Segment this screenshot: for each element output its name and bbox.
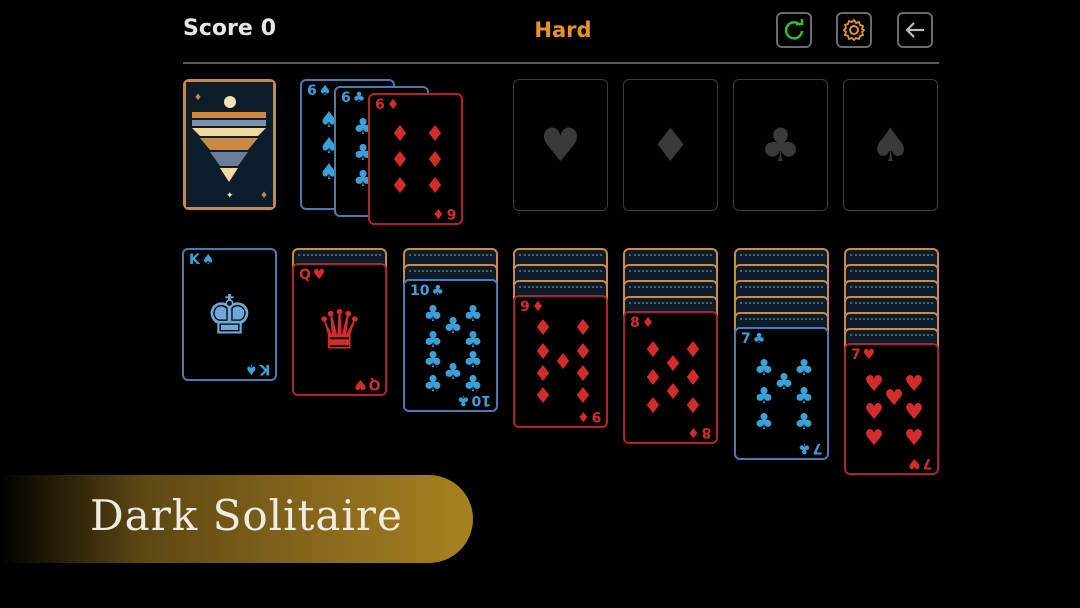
stock-pile[interactable]: ♦ ♦ ✦ <box>183 79 276 210</box>
pip: ♦ <box>683 338 703 363</box>
pip: ♦ <box>425 148 445 173</box>
score: Score 0 <box>183 16 276 41</box>
pip: ♣ <box>754 384 774 409</box>
title-banner: Dark Solitaire <box>0 475 473 563</box>
pip: ♣ <box>754 410 774 435</box>
card-corner-bottom: 8 ♦ <box>686 424 711 440</box>
pip: ♦ <box>425 122 445 147</box>
pip: ♦ <box>663 380 683 405</box>
pip: ♦ <box>643 338 663 363</box>
pip: ♥ <box>884 386 904 411</box>
pip: ♦ <box>533 362 553 387</box>
pip: ♥ <box>864 400 884 425</box>
card-corner-bottom: 7 ♣ <box>797 440 822 456</box>
waste-top-card[interactable]: 6 ♦ ♦ ♦ ♦ ♦ ♦ ♦ 6 ♦ <box>368 93 463 225</box>
back-arrow-icon <box>905 22 924 38</box>
card-corner: 7 ♣ <box>741 331 766 347</box>
pip: ♣ <box>463 302 483 327</box>
pip: ♣ <box>423 302 443 327</box>
pip: ♣ <box>794 410 814 435</box>
card-corner: 8 ♦ <box>630 315 655 331</box>
pip: ♦ <box>390 122 410 147</box>
pip: ♣ <box>443 360 463 385</box>
spade-icon: ♠ <box>869 118 912 172</box>
card-corner: 9 ♦ <box>520 299 545 315</box>
pip: ♣ <box>423 372 443 397</box>
heart-icon: ♥ <box>539 118 582 172</box>
queen-face-art: ♛ <box>315 298 364 361</box>
card-corner: K ♠ <box>189 252 215 268</box>
pip: ♣ <box>443 314 463 339</box>
pip: ♦ <box>683 366 703 391</box>
card-corner-bottom: 10 ♣ <box>456 392 491 408</box>
pip: ♦ <box>533 384 553 409</box>
pip: ♣ <box>794 356 814 381</box>
card-corner-bottom: 7 ♥ <box>907 455 932 471</box>
club-icon: ♣ <box>759 118 802 172</box>
banner-title: Dark Solitaire <box>90 491 403 540</box>
pip: ♥ <box>904 372 924 397</box>
pip: ♦ <box>425 174 445 199</box>
pip: ♥ <box>864 372 884 397</box>
card-corner-bottom: 9 ♦ <box>576 408 601 424</box>
score-label: Score <box>183 16 253 41</box>
tableau-5-top-card[interactable]: 8 ♦ ♦ ♦ ♦ ♦ ♦ ♦ ♦ ♦ 8 ♦ <box>623 311 718 444</box>
svg-text:♦: ♦ <box>260 191 268 201</box>
tableau-4-top-card[interactable]: 9 ♦ ♦ ♦ ♦ ♦ ♦ ♦ ♦ ♦ ♦ 9 ♦ <box>513 295 608 428</box>
pip: ♦ <box>643 394 663 419</box>
tableau-2-top-card[interactable]: Q ♥ ♛ Q ♥ <box>292 263 387 396</box>
card-corner-bottom: Q ♥ <box>353 376 380 392</box>
pip: ♥ <box>864 426 884 451</box>
card-corner: 6 ♠ <box>307 83 332 99</box>
tableau-3-top-card[interactable]: 10 ♣ ♣ ♣ ♣ ♣ ♣ ♣ ♣ ♣ ♣ ♣ 10 ♣ <box>403 279 498 412</box>
back-button[interactable] <box>897 12 933 48</box>
card-corner: 6 ♣ <box>341 90 366 106</box>
pip: ♦ <box>573 316 593 341</box>
score-value: 0 <box>260 16 277 41</box>
card-corner: 7 ♥ <box>851 347 876 363</box>
pip: ♣ <box>794 384 814 409</box>
pip: ♣ <box>754 356 774 381</box>
pip: ♦ <box>533 340 553 365</box>
pip: ♣ <box>463 348 483 373</box>
card-corner-bottom: 6 ♦ <box>431 205 456 221</box>
svg-text:✦: ✦ <box>226 191 234 201</box>
diamond-icon: ♦ <box>649 118 692 172</box>
foundation-clubs[interactable]: ♣ <box>733 79 828 211</box>
card-corner: 10 ♣ <box>410 283 445 299</box>
svg-text:♦: ♦ <box>194 93 202 103</box>
king-face-art: ♚ <box>205 283 254 346</box>
foundation-diamonds[interactable]: ♦ <box>623 79 718 211</box>
top-bar: Score 0 Hard <box>183 0 939 64</box>
pip: ♦ <box>533 316 553 341</box>
card-corner: 6 ♦ <box>375 97 400 113</box>
restart-button[interactable] <box>776 12 812 48</box>
pip: ♦ <box>390 174 410 199</box>
restart-icon <box>784 19 804 40</box>
card-corner: Q ♥ <box>299 267 326 283</box>
tableau-1-top-card[interactable]: K ♠ ♚ K ♠ <box>182 248 277 381</box>
pip: ♦ <box>663 352 683 377</box>
pip: ♦ <box>573 340 593 365</box>
pip: ♦ <box>553 350 573 375</box>
pip: ♥ <box>904 426 924 451</box>
card-back-art: ♦ ♦ ✦ <box>186 82 273 207</box>
pip: ♦ <box>573 384 593 409</box>
pip: ♣ <box>423 348 443 373</box>
difficulty-label: Hard <box>534 18 592 42</box>
pip: ♦ <box>573 362 593 387</box>
settings-button[interactable] <box>836 12 872 48</box>
tableau-7-top-card[interactable]: 7 ♥ ♥ ♥ ♥ ♥ ♥ ♥ ♥ 7 ♥ <box>844 343 939 475</box>
pip: ♦ <box>643 366 663 391</box>
pip: ♥ <box>904 400 924 425</box>
pip: ♦ <box>683 394 703 419</box>
settings-icon <box>842 18 866 42</box>
pip: ♣ <box>774 370 794 395</box>
foundation-hearts[interactable]: ♥ <box>513 79 608 211</box>
card-corner-bottom: K ♠ <box>244 361 270 377</box>
tableau-6-top-card[interactable]: 7 ♣ ♣ ♣ ♣ ♣ ♣ ♣ ♣ 7 ♣ <box>734 327 829 460</box>
foundation-spades[interactable]: ♠ <box>843 79 938 211</box>
pip: ♦ <box>390 148 410 173</box>
